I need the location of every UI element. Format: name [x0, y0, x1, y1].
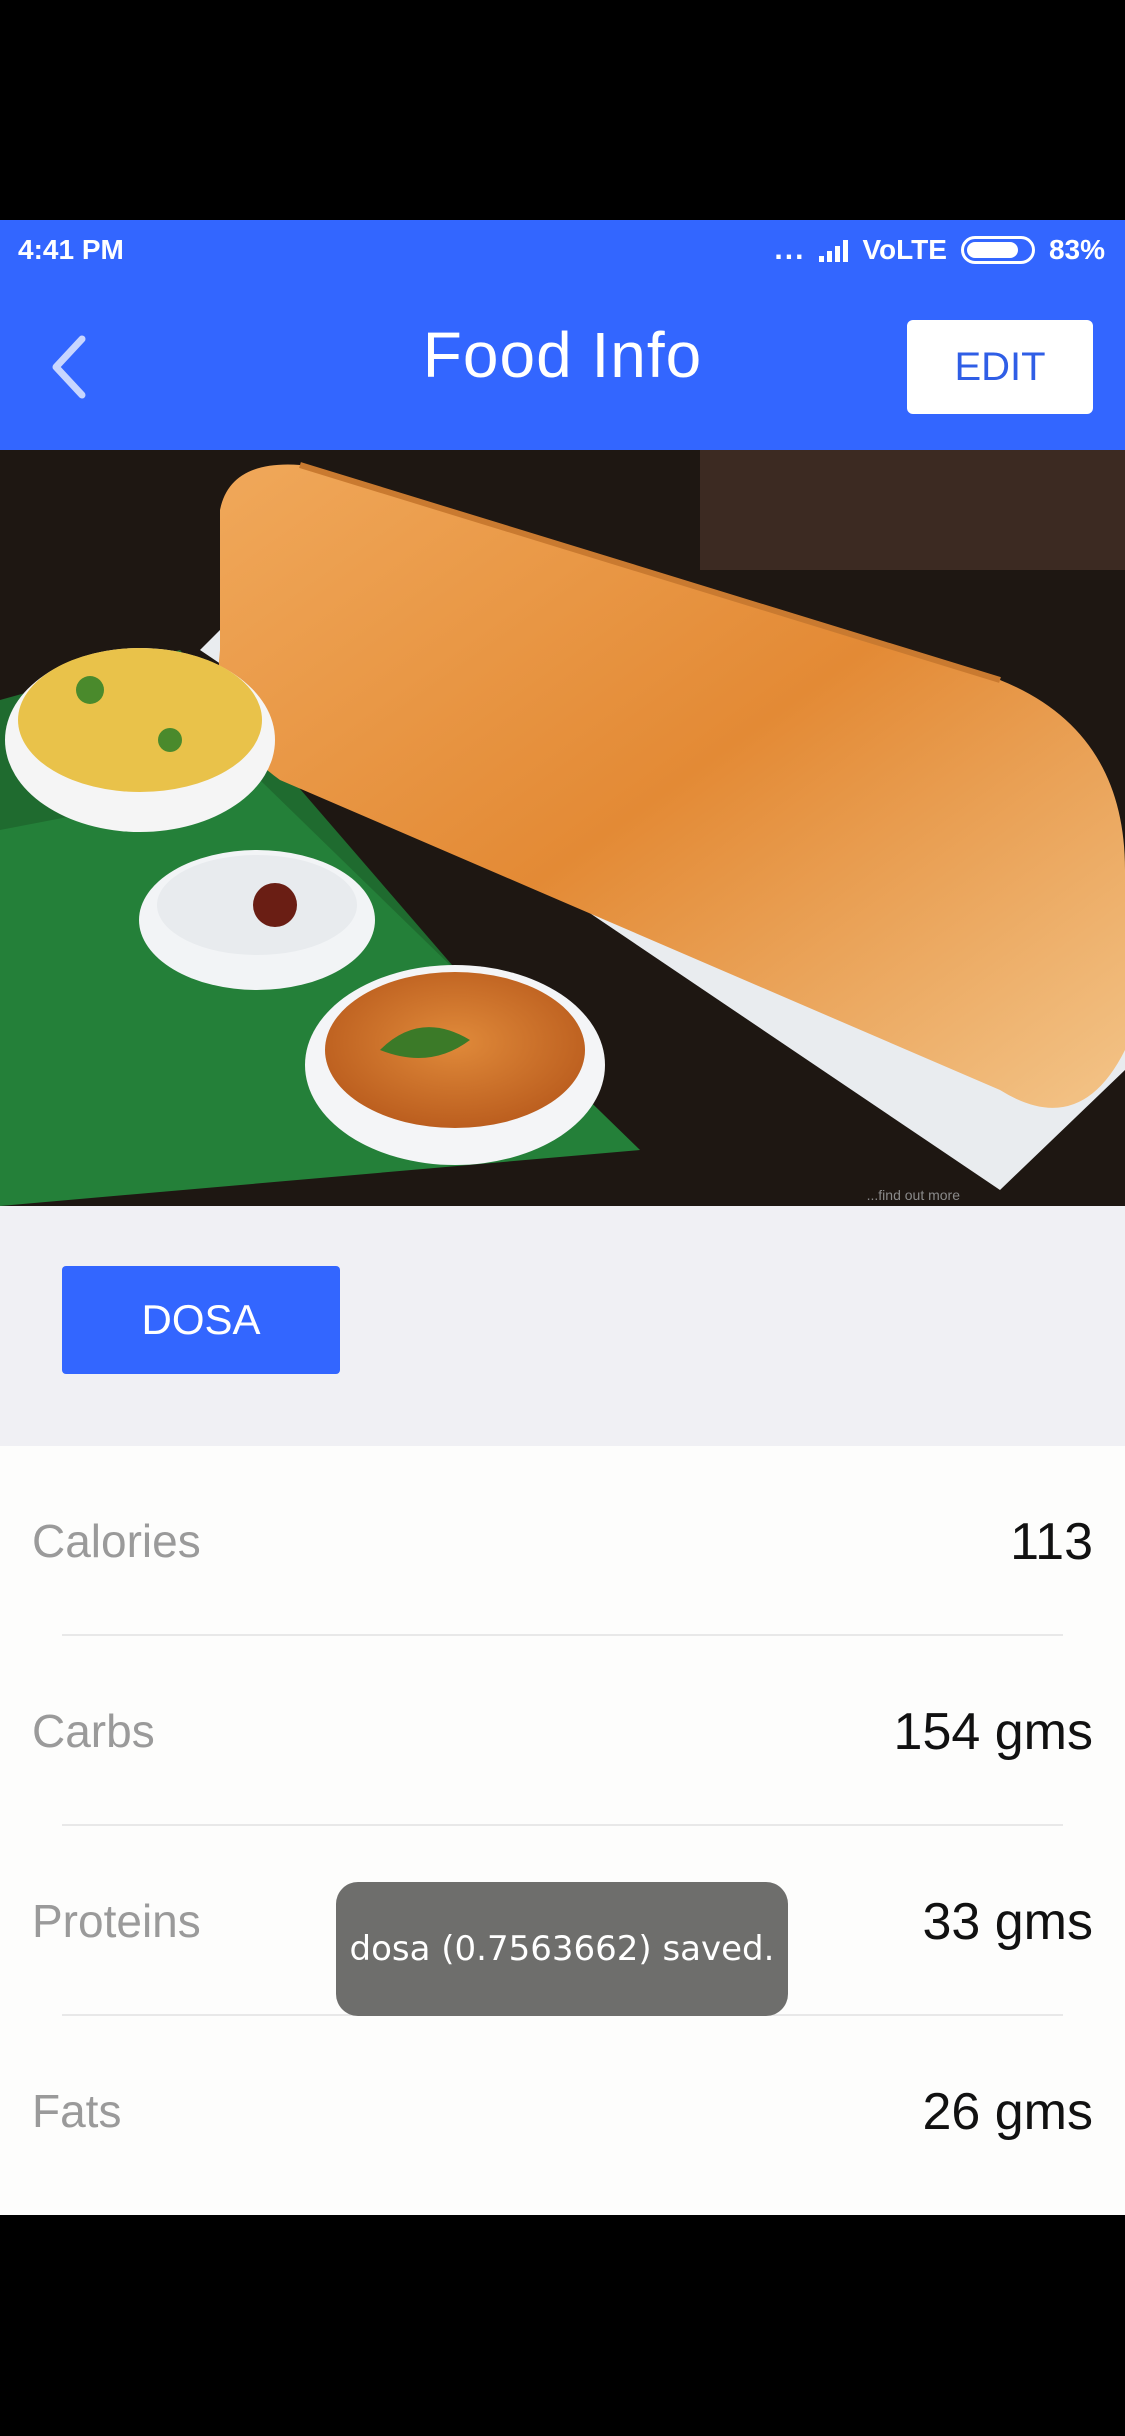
photo-watermark: ...find out more: [867, 1187, 961, 1203]
nutrition-label: Calories: [32, 1515, 201, 1567]
notification-dots: ...: [774, 233, 806, 266]
nutrition-row-calories: Calories 113: [0, 1446, 1125, 1636]
phone-screen: 4:41 PM ... VoLTE 83% Food Info EDIT ...…: [0, 0, 1125, 2436]
status-indicators: ... VoLTE 83%: [774, 234, 1105, 266]
dosa-image: ...find out more: [0, 450, 1125, 1206]
battery-percent: 83%: [1048, 234, 1105, 265]
nutrition-value: 33 gms: [922, 1893, 1093, 1951]
edit-button[interactable]: EDIT: [907, 320, 1093, 414]
battery-icon: [960, 236, 1035, 264]
food-info-screen: 4:41 PM ... VoLTE 83% Food Info EDIT ...…: [0, 220, 1125, 2215]
nutrition-label: Carbs: [32, 1705, 155, 1757]
nutrition-label: Proteins: [32, 1895, 201, 1947]
signal-icon: [819, 238, 849, 262]
nutrition-label: Fats: [32, 2085, 122, 2137]
status-time: 4:41 PM: [18, 234, 124, 265]
status-bar: 4:41 PM ... VoLTE 83%: [0, 220, 1125, 282]
food-photo: ...find out more: [0, 450, 1125, 1206]
nutrition-value: 113: [1010, 1513, 1093, 1571]
saved-toast: dosa (0.7563662) saved.: [336, 1882, 788, 2016]
nutrition-row-carbs: Carbs 154 gms: [0, 1636, 1125, 1826]
nutrition-value: 26 gms: [922, 2083, 1093, 2141]
food-tag-area: DOSA: [0, 1206, 1125, 1446]
nutrition-value: 154 gms: [893, 1703, 1093, 1761]
network-type: VoLTE: [862, 234, 947, 265]
app-bar: 4:41 PM ... VoLTE 83% Food Info EDIT: [0, 220, 1125, 450]
nutrition-row-fats: Fats 26 gms: [0, 2016, 1125, 2206]
header: Food Info EDIT: [0, 282, 1125, 450]
nutrition-list: Calories 113 Carbs 154 gms Proteins 33 g…: [0, 1446, 1125, 2215]
food-name-button[interactable]: DOSA: [62, 1266, 340, 1374]
